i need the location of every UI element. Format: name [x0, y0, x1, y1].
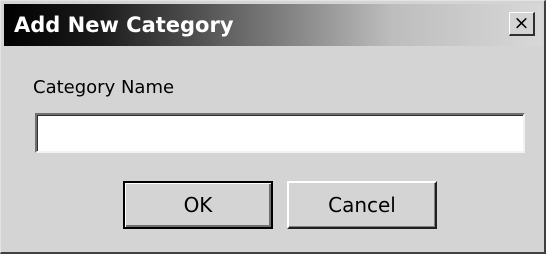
- cancel-button[interactable]: Cancel: [287, 181, 437, 229]
- ok-button-label: OK: [183, 193, 213, 217]
- ok-button[interactable]: OK: [123, 181, 273, 229]
- title-bar[interactable]: Add New Category ×: [4, 4, 542, 46]
- close-icon: ×: [513, 12, 530, 34]
- dialog-title: Add New Category: [14, 13, 234, 37]
- cancel-button-label: Cancel: [328, 193, 396, 217]
- close-button[interactable]: ×: [509, 12, 535, 36]
- category-name-label: Category Name: [33, 77, 175, 98]
- category-name-input[interactable]: [35, 113, 525, 153]
- add-category-dialog: Add New Category × Category Name OK Canc…: [0, 0, 546, 254]
